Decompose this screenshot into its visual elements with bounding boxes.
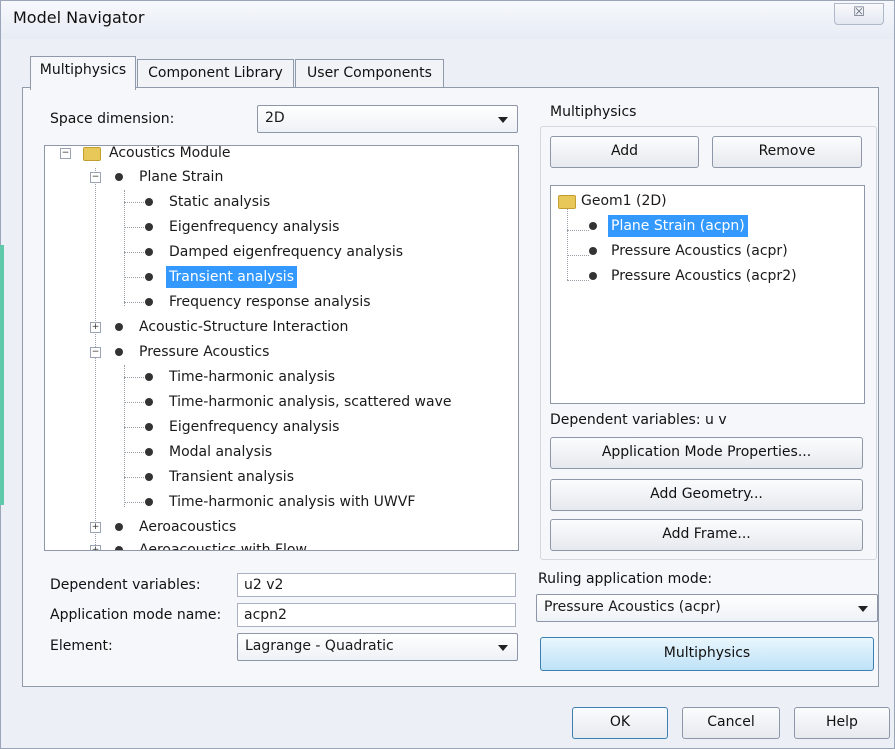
- help-button[interactable]: Help: [794, 707, 890, 739]
- tree-item-eigenfrequency-analysis[interactable]: Eigenfrequency analysis: [45, 216, 518, 238]
- bullet-icon: [145, 398, 153, 406]
- bullet-icon: [145, 248, 153, 256]
- bullet-icon: [145, 473, 153, 481]
- tree-node-label: Aeroacoustics with Flow: [139, 542, 307, 551]
- tree-node-label: Frequency response analysis: [169, 294, 371, 310]
- folder-icon: [558, 195, 576, 209]
- tree-node-pressure-acoustics[interactable]: − Pressure Acoustics: [45, 341, 518, 363]
- tree-node-label: Eigenfrequency analysis: [169, 419, 340, 435]
- application-mode-name-input[interactable]: acpn2: [237, 603, 516, 627]
- tree-item-frequency-response-analysis[interactable]: Frequency response analysis: [45, 291, 518, 313]
- multiphysics-button[interactable]: Multiphysics: [540, 637, 874, 671]
- bullet-icon: [145, 298, 153, 306]
- application-mode-tree[interactable]: − Acoustics Module − Plane Strain Static…: [44, 145, 519, 551]
- tree-item-modal-analysis[interactable]: Modal analysis: [45, 441, 518, 463]
- bullet-icon: [115, 348, 123, 356]
- collapse-icon[interactable]: −: [90, 172, 101, 183]
- tree-node-aeroacoustics[interactable]: + Aeroacoustics: [45, 516, 518, 538]
- chevron-down-icon: [498, 645, 508, 651]
- list-item-geom1[interactable]: Geom1 (2D): [551, 190, 861, 212]
- list-item-plane-strain-selected[interactable]: Plane Strain (acpn): [551, 215, 861, 237]
- list-item-pressure-acoustics[interactable]: Pressure Acoustics (acpr): [551, 240, 861, 262]
- tree-item-transient-analysis-selected[interactable]: Transient analysis: [45, 266, 518, 288]
- list-item-label: Plane Strain (acpn): [608, 215, 748, 237]
- application-mode-name-label: Application mode name:: [50, 607, 222, 623]
- tree-node-label: Damped eigenfrequency analysis: [169, 244, 404, 260]
- tree-item-time-harmonic-uwvf[interactable]: Time-harmonic analysis with UWVF: [45, 491, 518, 513]
- tree-node-label: Time-harmonic analysis with UWVF: [169, 494, 416, 510]
- bullet-icon: [145, 198, 153, 206]
- space-dimension-value: 2D: [265, 110, 285, 126]
- tree-node-label: Pressure Acoustics: [139, 344, 270, 360]
- folder-icon: [83, 147, 101, 161]
- chevron-down-icon: [498, 117, 508, 123]
- element-label: Element:: [50, 638, 113, 654]
- tree-node-label: Static analysis: [169, 194, 271, 210]
- collapse-icon[interactable]: −: [60, 148, 71, 159]
- tree-node-label: Modal analysis: [169, 444, 273, 460]
- tree-item-time-harmonic-analysis[interactable]: Time-harmonic analysis: [45, 366, 518, 388]
- ok-button[interactable]: OK: [572, 707, 668, 739]
- bullet-icon: [115, 173, 123, 181]
- application-mode-properties-button[interactable]: Application Mode Properties...: [550, 437, 863, 469]
- list-item-label: Geom1 (2D): [581, 193, 667, 209]
- tree-item-transient-analysis-2[interactable]: Transient analysis: [45, 466, 518, 488]
- tree-node-label: Time-harmonic analysis, scattered wave: [169, 394, 452, 410]
- list-item-label: Pressure Acoustics (acpr2): [611, 268, 797, 284]
- tree-node-label: Acoustics Module: [109, 145, 231, 161]
- chevron-down-icon: [858, 606, 868, 612]
- remove-button[interactable]: Remove: [712, 136, 862, 168]
- collapse-icon[interactable]: −: [90, 347, 101, 358]
- expand-icon[interactable]: +: [90, 322, 101, 333]
- ruling-application-mode-select[interactable]: Pressure Acoustics (acpr): [536, 594, 878, 622]
- tree-item-time-harmonic-scattered[interactable]: Time-harmonic analysis, scattered wave: [45, 391, 518, 413]
- bullet-icon: [115, 523, 123, 531]
- add-button[interactable]: Add: [550, 136, 699, 168]
- multiphysics-list[interactable]: Geom1 (2D) Plane Strain (acpn) Pressure …: [550, 185, 865, 404]
- tree-node-label: Eigenfrequency analysis: [169, 219, 340, 235]
- bullet-icon: [115, 546, 123, 550]
- bullet-icon: [145, 223, 153, 231]
- tree-node-plane-strain[interactable]: − Plane Strain: [45, 166, 518, 188]
- tree-node-acoustic-structure-interaction[interactable]: + Acoustic-Structure Interaction: [45, 316, 518, 338]
- element-select[interactable]: Lagrange - Quadratic: [237, 633, 518, 661]
- add-geometry-button[interactable]: Add Geometry...: [550, 479, 863, 511]
- bullet-icon: [145, 448, 153, 456]
- tree-node-label: Time-harmonic analysis: [169, 369, 336, 385]
- dependent-variables-input[interactable]: u2 v2: [237, 573, 516, 597]
- element-value: Lagrange - Quadratic: [245, 638, 394, 654]
- space-dimension-label: Space dimension:: [50, 111, 175, 127]
- multiphysics-group-title: Multiphysics: [548, 104, 639, 120]
- bullet-icon: [589, 247, 597, 255]
- bullet-icon: [589, 272, 597, 280]
- dependent-variables-label: Dependent variables:: [50, 577, 201, 593]
- expand-icon[interactable]: +: [90, 522, 101, 533]
- cancel-button[interactable]: Cancel: [682, 707, 780, 739]
- bullet-icon: [145, 273, 153, 281]
- bullet-icon: [115, 323, 123, 331]
- bullet-icon: [589, 222, 597, 230]
- tree-node-label: Aeroacoustics: [139, 519, 237, 535]
- ruling-application-mode-label: Ruling application mode:: [538, 571, 713, 587]
- tree-item-damped-eigenfrequency-analysis[interactable]: Damped eigenfrequency analysis: [45, 241, 518, 263]
- list-item-pressure-acoustics-2[interactable]: Pressure Acoustics (acpr2): [551, 265, 861, 287]
- expand-icon[interactable]: +: [90, 545, 101, 550]
- tree-node-label: Acoustic-Structure Interaction: [139, 319, 349, 335]
- tree-node-aeroacoustics-with-flow[interactable]: + Aeroacoustics with Flow: [45, 539, 518, 551]
- ruling-application-mode-value: Pressure Acoustics (acpr): [544, 599, 721, 615]
- tree-node-label: Plane Strain: [139, 169, 224, 185]
- tree-item-static-analysis[interactable]: Static analysis: [45, 191, 518, 213]
- list-item-label: Pressure Acoustics (acpr): [611, 243, 788, 259]
- tree-item-eigenfrequency-analysis-2[interactable]: Eigenfrequency analysis: [45, 416, 518, 438]
- tree-node-acoustics-module[interactable]: − Acoustics Module: [45, 145, 518, 164]
- bullet-icon: [145, 498, 153, 506]
- space-dimension-select[interactable]: 2D: [257, 105, 518, 133]
- tree-node-label: Transient analysis: [166, 266, 297, 288]
- add-frame-button[interactable]: Add Frame...: [550, 519, 863, 551]
- bullet-icon: [145, 423, 153, 431]
- tree-node-label: Transient analysis: [169, 469, 294, 485]
- bullet-icon: [145, 373, 153, 381]
- right-dependent-variables: Dependent variables: u v: [550, 412, 727, 428]
